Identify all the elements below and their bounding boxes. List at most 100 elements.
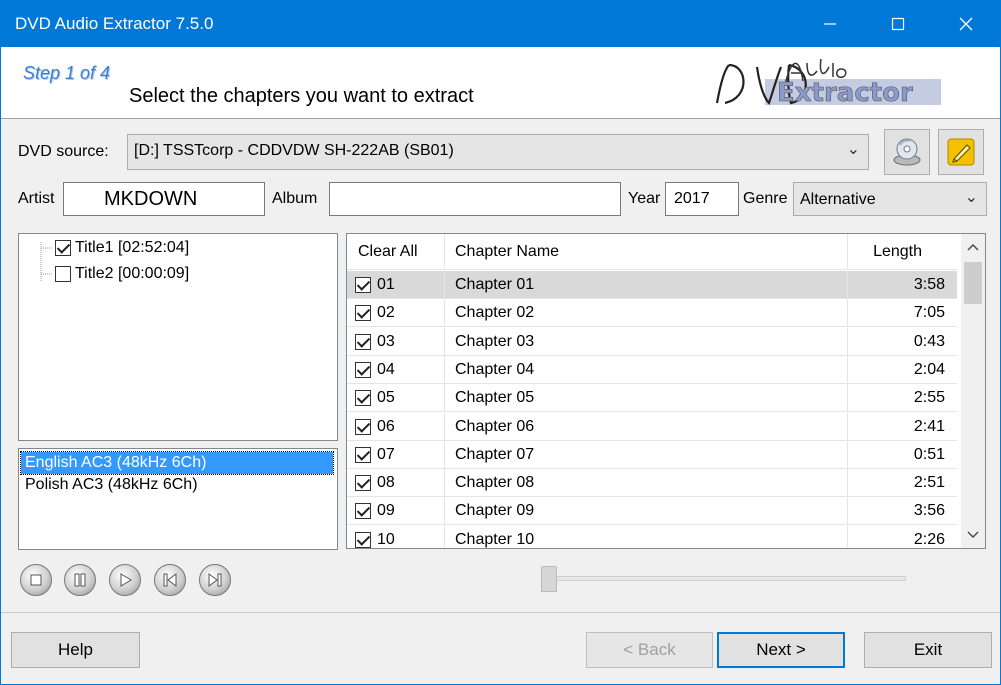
previous-button[interactable]: [154, 564, 186, 596]
play-icon: [120, 573, 132, 587]
stop-button[interactable]: [20, 564, 52, 596]
chapter-number: 06: [377, 417, 395, 435]
audio-track-item[interactable]: Polish AC3 (48kHz 6Ch): [21, 474, 333, 496]
chapter-row[interactable]: 03 Chapter 03 0:43: [347, 327, 957, 356]
chapter-checkbox[interactable]: [355, 361, 371, 378]
chapter-name: Chapter 05: [455, 389, 535, 407]
chapter-name: Chapter 09: [455, 502, 535, 520]
chapter-row[interactable]: 04 Chapter 04 2:04: [347, 355, 957, 384]
close-button[interactable]: [943, 1, 989, 47]
chapter-checkbox[interactable]: [355, 503, 371, 520]
chapter-select-cell[interactable]: 06: [355, 418, 395, 436]
chapter-number: 02: [377, 304, 395, 322]
exit-button[interactable]: Exit: [864, 632, 992, 668]
chapter-name: Chapter 08: [455, 474, 535, 492]
back-button[interactable]: < Back: [586, 632, 713, 668]
maximize-button[interactable]: [875, 1, 921, 47]
tree-item-label: Title2 [00:00:09]: [75, 265, 190, 282]
tree-item-title1[interactable]: Title1 [02:52:04]: [55, 239, 189, 257]
window-title: DVD Audio Extractor 7.5.0: [15, 14, 214, 33]
chapter-checkbox[interactable]: [355, 475, 371, 492]
chapter-length: 7:05: [913, 304, 945, 322]
chapter-row[interactable]: 10 Chapter 10 2:26: [347, 525, 957, 548]
year-label: Year: [628, 190, 661, 207]
chapter-name: Chapter 07: [455, 445, 535, 463]
audio-track-item[interactable]: English AC3 (48kHz 6Ch): [20, 451, 334, 475]
year-input[interactable]: 2017: [665, 182, 739, 216]
chapter-select-cell[interactable]: 05: [355, 389, 395, 407]
year-value: 2017: [674, 190, 710, 207]
position-slider-track[interactable]: [546, 576, 906, 581]
edit-tags-button[interactable]: [938, 129, 984, 175]
column-divider: [847, 440, 848, 469]
clear-all-header[interactable]: Clear All: [347, 234, 445, 270]
chapter-select-cell[interactable]: 01: [355, 276, 395, 294]
disc-drive-icon: [893, 138, 921, 166]
chapter-length: 3:58: [913, 276, 945, 293]
artist-value: MKDOWN: [104, 188, 198, 210]
scroll-up-icon[interactable]: [967, 242, 979, 252]
chapter-checkbox[interactable]: [355, 333, 371, 350]
chapter-checkbox[interactable]: [355, 277, 371, 293]
chapter-name-header[interactable]: Chapter Name: [445, 234, 848, 270]
column-divider: [444, 497, 445, 526]
chapter-checkbox[interactable]: [355, 531, 371, 548]
chapter-select-cell[interactable]: 08: [355, 474, 395, 492]
audio-track-list: English AC3 (48kHz 6Ch) Polish AC3 (48kH…: [18, 448, 338, 550]
minimize-button[interactable]: [807, 1, 853, 47]
chapter-length: 0:43: [913, 332, 945, 350]
chapter-row[interactable]: 07 Chapter 07 0:51: [347, 440, 957, 469]
chapter-length: 2:04: [913, 360, 945, 378]
chapter-select-cell[interactable]: 03: [355, 333, 395, 351]
genre-select[interactable]: Alternative ⌄: [793, 182, 987, 216]
column-divider: [847, 355, 848, 384]
chapter-select-cell[interactable]: 04: [355, 361, 395, 379]
artist-input[interactable]: MKDOWN: [63, 182, 265, 216]
column-divider: [444, 271, 445, 299]
chapter-length: 0:51: [913, 445, 945, 463]
scroll-down-icon[interactable]: [967, 530, 979, 540]
column-divider: [444, 412, 445, 441]
chapter-row[interactable]: 01 Chapter 01 3:58: [347, 271, 957, 299]
chapter-row[interactable]: 02 Chapter 02 7:05: [347, 299, 957, 328]
chapter-checkbox[interactable]: [355, 418, 371, 435]
chapter-checkbox[interactable]: [355, 390, 371, 407]
open-disc-button[interactable]: [884, 129, 930, 175]
chapter-row[interactable]: 05 Chapter 05 2:55: [347, 384, 957, 413]
album-input[interactable]: [329, 182, 621, 216]
play-button[interactable]: [109, 564, 141, 596]
next-track-button[interactable]: [199, 564, 231, 596]
chapter-select-cell[interactable]: 02: [355, 304, 395, 322]
pause-button[interactable]: [64, 564, 96, 596]
maximize-icon: [891, 17, 905, 31]
chapter-select-cell[interactable]: 09: [355, 502, 395, 520]
svg-text:Extractor: Extractor: [777, 78, 913, 108]
column-divider: [444, 525, 445, 548]
minimize-icon: [824, 23, 836, 25]
position-slider-thumb[interactable]: [541, 566, 557, 592]
chapter-row[interactable]: 09 Chapter 09 3:56: [347, 497, 957, 526]
next-button[interactable]: Next >: [717, 632, 845, 668]
column-divider: [847, 384, 848, 413]
chapter-number: 05: [377, 389, 395, 407]
chapter-row[interactable]: 08 Chapter 08 2:51: [347, 469, 957, 498]
vertical-scrollbar[interactable]: [961, 234, 985, 548]
scroll-thumb[interactable]: [964, 262, 982, 304]
chapter-length: 2:51: [913, 474, 945, 492]
help-button[interactable]: Help: [11, 632, 140, 668]
chapter-select-cell[interactable]: 10: [355, 531, 395, 548]
app-window: DVD Audio Extractor 7.5.0 Step 1 of 4 Se…: [0, 0, 1001, 685]
title1-checkbox[interactable]: [55, 240, 71, 256]
chapter-select-cell[interactable]: 07: [355, 446, 395, 464]
dvd-source-select[interactable]: [D:] TSSTcorp - CDDVDW SH-222AB (SB01) ⌄: [127, 134, 869, 170]
chapter-number: 04: [377, 360, 395, 378]
length-header[interactable]: Length: [848, 234, 930, 270]
tree-item-title2[interactable]: Title2 [00:00:09]: [55, 265, 189, 283]
chapter-checkbox[interactable]: [355, 446, 371, 463]
column-divider: [444, 469, 445, 498]
title2-checkbox[interactable]: [55, 266, 71, 282]
column-divider: [444, 299, 445, 328]
chapter-row[interactable]: 06 Chapter 06 2:41: [347, 412, 957, 441]
genre-value: Alternative: [800, 191, 876, 208]
chapter-checkbox[interactable]: [355, 305, 371, 322]
